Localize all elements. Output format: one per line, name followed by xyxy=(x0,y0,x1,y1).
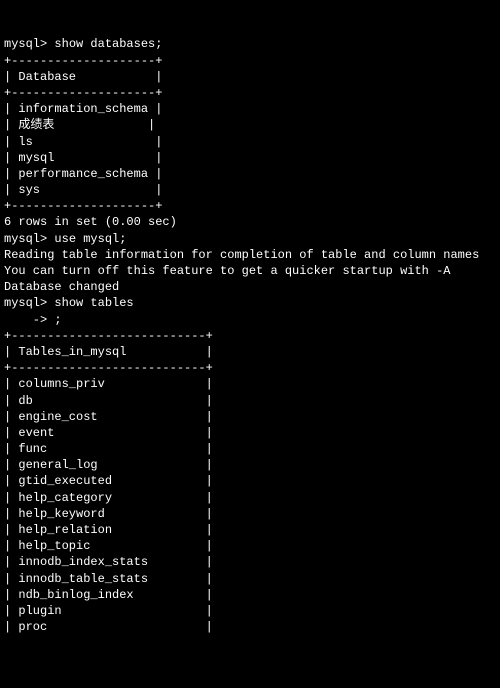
prompt: mysql> xyxy=(4,37,47,51)
table-border: +--------------------+ xyxy=(4,198,496,214)
table-row: | sys | xyxy=(4,182,496,198)
prompt: mysql> xyxy=(4,232,47,246)
info-msg: You can turn off this feature to get a q… xyxy=(4,263,496,279)
table-row: | ndb_binlog_index | xyxy=(4,587,496,603)
table-border: +---------------------------+ xyxy=(4,328,496,344)
table-row: | event | xyxy=(4,425,496,441)
cont-prompt: -> xyxy=(4,313,54,327)
table-row: | proc | xyxy=(4,619,496,635)
table-row: | engine_cost | xyxy=(4,409,496,425)
table-row: | information_schema | xyxy=(4,101,496,117)
cmd-line: mysql> show databases; xyxy=(4,36,496,52)
table-row: | help_category | xyxy=(4,490,496,506)
table-row: | plugin | xyxy=(4,603,496,619)
table-row: | general_log | xyxy=(4,457,496,473)
table-row: | help_relation | xyxy=(4,522,496,538)
rows-count: 6 rows in set (0.00 sec) xyxy=(4,214,496,230)
info-msg: Database changed xyxy=(4,279,496,295)
table-row: | innodb_table_stats | xyxy=(4,571,496,587)
table-border: +--------------------+ xyxy=(4,53,496,69)
table-row: | performance_schema | xyxy=(4,166,496,182)
table-row: | 成绩表 | xyxy=(4,117,496,133)
prompt: mysql> xyxy=(4,296,47,310)
table-row: | innodb_index_stats | xyxy=(4,554,496,570)
table-row: | gtid_executed | xyxy=(4,473,496,489)
table-row: | help_keyword | xyxy=(4,506,496,522)
table-header: | Database | xyxy=(4,69,496,85)
command: show tables xyxy=(54,296,133,310)
table-row: | func | xyxy=(4,441,496,457)
table-border: +--------------------+ xyxy=(4,85,496,101)
cmd-line: mysql> show tables xyxy=(4,295,496,311)
cont-line: -> ; xyxy=(4,312,496,328)
command: show databases; xyxy=(54,37,162,51)
table-header: | Tables_in_mysql | xyxy=(4,344,496,360)
table-row: | columns_priv | xyxy=(4,376,496,392)
command: ; xyxy=(54,313,61,327)
table-row: | mysql | xyxy=(4,150,496,166)
table-border: +---------------------------+ xyxy=(4,360,496,376)
info-msg: Reading table information for completion… xyxy=(4,247,496,263)
terminal-output: mysql> show databases;+-----------------… xyxy=(4,36,496,635)
cmd-line: mysql> use mysql; xyxy=(4,231,496,247)
table-row: | ls | xyxy=(4,134,496,150)
command: use mysql; xyxy=(54,232,126,246)
table-row: | db | xyxy=(4,393,496,409)
